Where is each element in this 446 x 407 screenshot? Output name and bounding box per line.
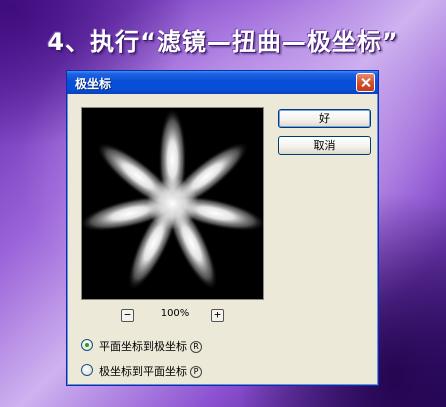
cancel-button[interactable]: 取消 (278, 136, 371, 155)
dialog-titlebar[interactable]: 极坐标 (67, 71, 378, 94)
dialog-title: 极坐标 (75, 77, 112, 91)
option-polar-to-rect-label: 极坐标到平面坐标 (99, 365, 187, 378)
ok-button[interactable]: 好 (278, 109, 371, 128)
radio-polar-to-rect[interactable] (81, 364, 93, 376)
zoom-level: 100% (160, 308, 190, 319)
filter-preview[interactable] (81, 107, 264, 300)
radio-rect-to-polar[interactable] (81, 339, 93, 351)
hotkey-p: P (190, 366, 202, 378)
page-heading: 4、执行“滤镜—扭曲—极坐标” (47, 28, 399, 56)
option-rect-to-polar-label: 平面坐标到极坐标 (99, 340, 187, 353)
zoom-in-button[interactable]: + (211, 309, 224, 322)
close-button[interactable] (356, 73, 375, 92)
hotkey-r: R (190, 341, 202, 353)
zoom-out-button[interactable]: − (121, 309, 134, 322)
polar-coordinates-dialog: 极坐标 好 取消 − 100% + 平面坐标到极坐标 R 极坐标到平面坐标 P (66, 70, 379, 386)
preview-starburst-image (82, 108, 263, 291)
